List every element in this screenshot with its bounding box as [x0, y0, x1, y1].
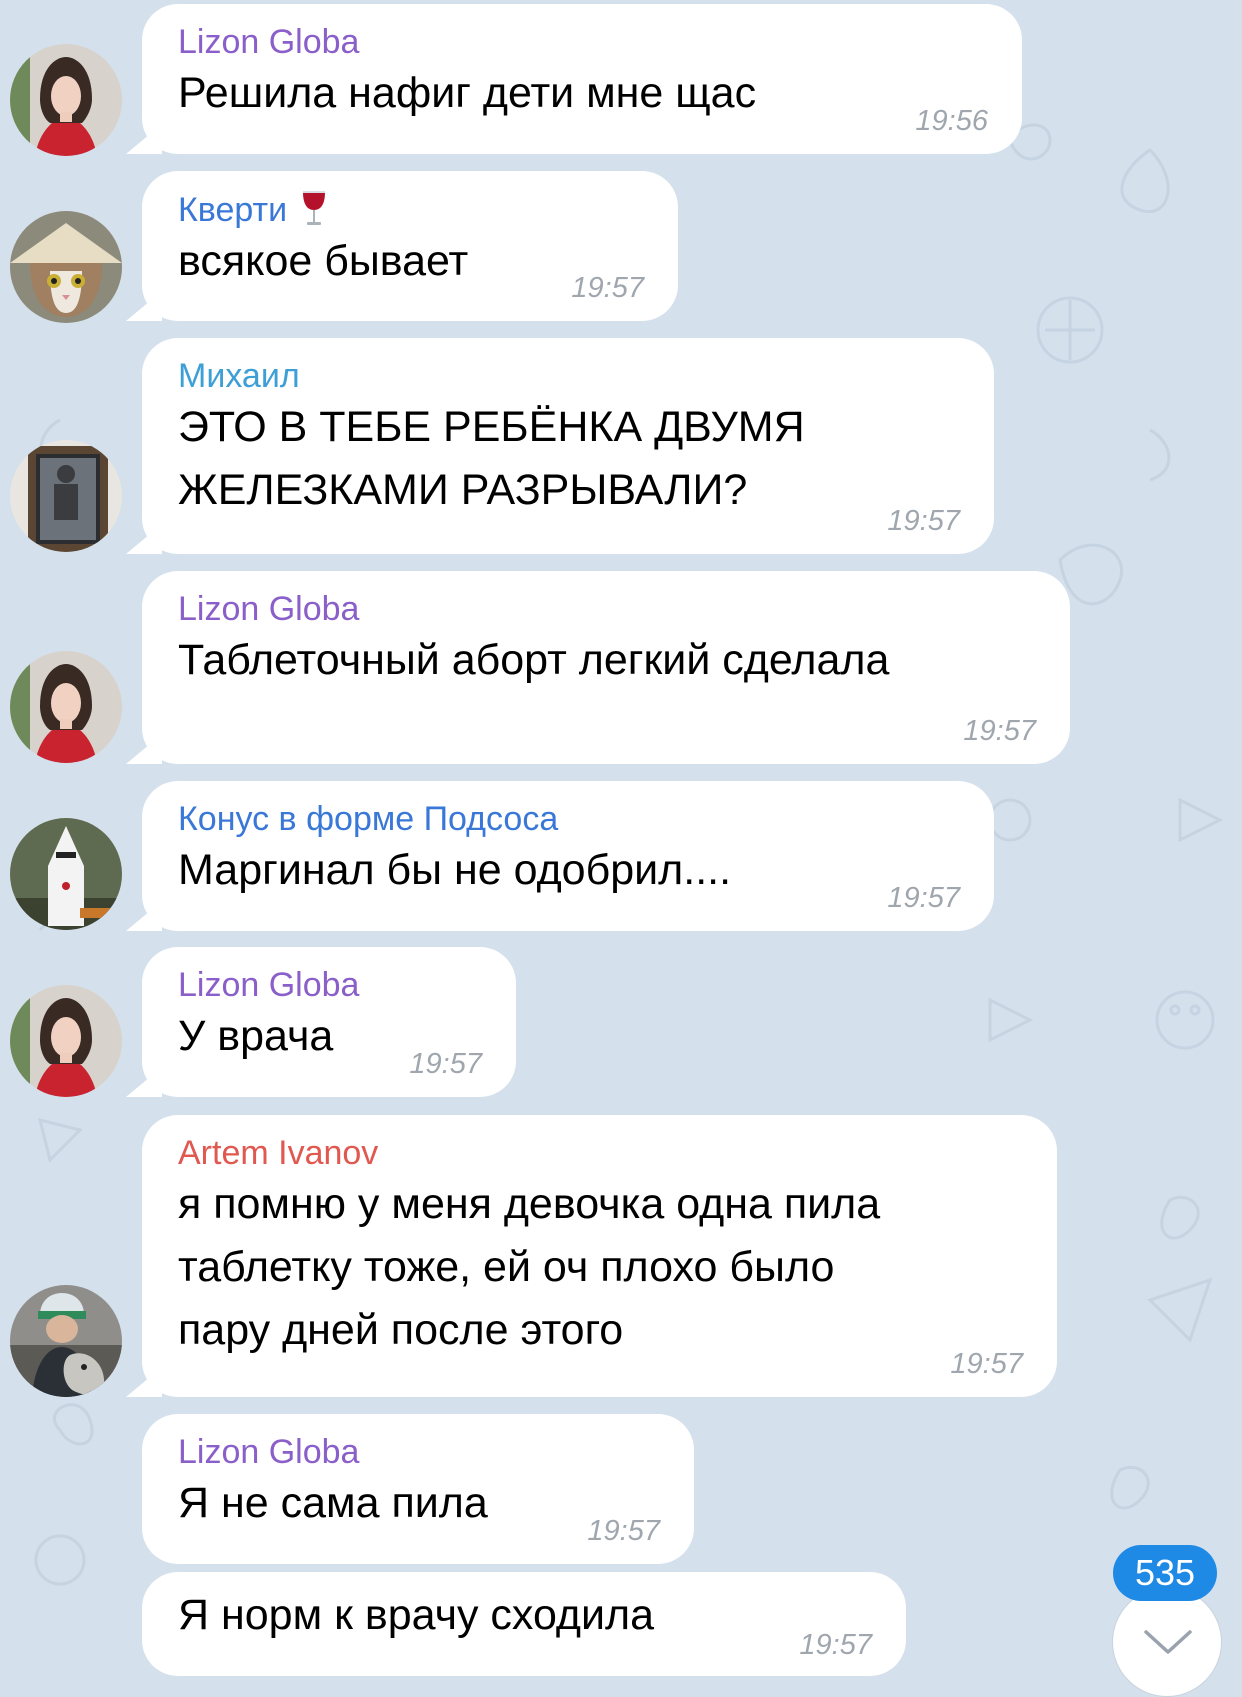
message-text: Я норм к врачу сходила	[178, 1591, 655, 1639]
message-bubble[interactable]: Lizon Globa Я не сама пила 19:57	[142, 1414, 694, 1564]
message-text: я помню у меня девочка одна пила	[178, 1180, 881, 1228]
avatar[interactable]	[10, 1285, 122, 1397]
message-time: 19:57	[799, 1629, 872, 1661]
avatar[interactable]	[10, 440, 122, 552]
sender-name[interactable]: Кверти	[178, 189, 642, 230]
avatar[interactable]	[10, 818, 122, 930]
sender-name[interactable]: Михаил	[178, 356, 958, 396]
wine-glass-icon	[302, 191, 325, 225]
avatar-girl-portrait	[10, 651, 122, 763]
sender-name[interactable]: Artem Ivanov	[178, 1133, 1021, 1173]
avatar-cat-with-hat	[10, 211, 122, 323]
message-time: 19:57	[950, 1348, 1023, 1380]
message-text: ЖЕЛЕЗКАМИ РАЗРЫВАЛИ?	[178, 466, 748, 514]
avatar[interactable]	[10, 985, 122, 1097]
avatar[interactable]	[10, 44, 122, 156]
message-bubble[interactable]: Конус в форме Подсоса Маргинал бы не одо…	[142, 781, 994, 931]
message-text: Маргинал бы не одобрил....	[178, 846, 732, 894]
sender-name[interactable]: Lizon Globa	[178, 589, 1034, 629]
message-text: пару дней после этого	[178, 1306, 624, 1354]
message-text: Таблеточный аборт легкий сделала	[178, 636, 890, 684]
message-text: ЭТО В ТЕБЕ РЕБЁНКА ДВУМЯ	[178, 403, 805, 451]
chevron-down-icon	[1144, 1630, 1192, 1654]
avatar[interactable]	[10, 211, 122, 323]
message-bubble[interactable]: Artem Ivanov я помню у меня девочка одна…	[142, 1115, 1057, 1397]
avatar-man-with-dog	[10, 1285, 122, 1397]
message-text: Решила нафиг дети мне щас	[178, 69, 757, 117]
message-bubble[interactable]: Lizon Globa Таблеточный аборт легкий сде…	[142, 571, 1070, 764]
message-time: 19:57	[887, 882, 960, 914]
sender-name[interactable]: Lizon Globa	[178, 965, 480, 1005]
avatar-girl-portrait	[10, 985, 122, 1097]
sender-name-text: Кверти	[178, 191, 288, 229]
message-bubble[interactable]: Lizon Globa У врача 19:57	[142, 947, 516, 1097]
avatar-door-window	[10, 440, 122, 552]
message-bubble[interactable]: Михаил ЭТО В ТЕБЕ РЕБЁНКА ДВУМЯ ЖЕЛЕЗКАМ…	[142, 338, 994, 554]
message-time: 19:57	[587, 1515, 660, 1547]
message-text: таблетку тоже, ей оч плохо было	[178, 1243, 835, 1291]
message-bubble[interactable]: Я норм к врачу сходила 19:57	[142, 1572, 906, 1676]
message-bubble[interactable]: Lizon Globa Решила нафиг дети мне щас 19…	[142, 4, 1022, 154]
message-time: 19:57	[963, 715, 1036, 747]
unread-count-badge[interactable]: 535	[1113, 1545, 1217, 1601]
message-time: 19:57	[409, 1048, 482, 1080]
message-bubble[interactable]: Кверти всякое бывает 19:57	[142, 171, 678, 321]
message-time: 19:57	[887, 505, 960, 537]
avatar[interactable]	[10, 651, 122, 763]
sender-name[interactable]: Lizon Globa	[178, 1432, 658, 1472]
avatar-girl-portrait	[10, 44, 122, 156]
message-text: Я не сама пила	[178, 1479, 488, 1527]
message-time: 19:56	[915, 105, 988, 137]
avatar-hooded-figure	[10, 818, 122, 930]
scroll-down-button[interactable]	[1112, 1587, 1222, 1697]
sender-name[interactable]: Lizon Globa	[178, 22, 986, 62]
sender-name[interactable]: Конус в форме Подсоса	[178, 799, 958, 839]
message-time: 19:57	[571, 272, 644, 304]
